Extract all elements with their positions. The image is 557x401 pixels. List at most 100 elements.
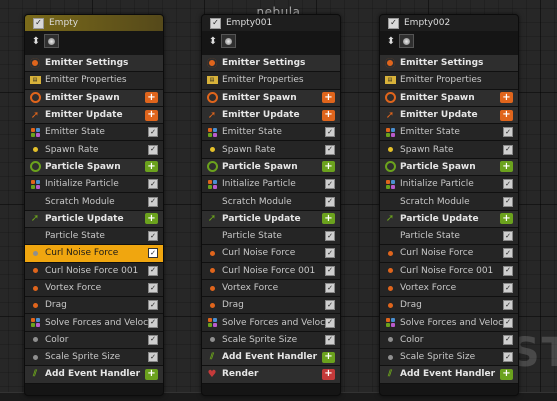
stack-module-row[interactable]: Scale Sprite Size ✓ xyxy=(380,349,518,367)
stack-module-row[interactable]: ▤ Emitter Properties xyxy=(25,72,163,90)
stack-section-row[interactable]: Particle Spawn + xyxy=(25,158,163,177)
stack-section-row[interactable]: Emitter Settings xyxy=(25,55,163,73)
module-enable-checkbox[interactable]: ✓ xyxy=(148,265,158,276)
module-enable-checkbox[interactable]: ✓ xyxy=(148,127,158,138)
stack-module-row[interactable]: Spawn Rate ✓ xyxy=(25,141,163,159)
stack-module-row[interactable]: Emitter State ✓ xyxy=(380,124,518,142)
stack-module-row[interactable]: Curl Noise Force ✓ xyxy=(202,245,340,263)
stack-module-row[interactable]: Spawn Rate ✓ xyxy=(202,141,340,159)
module-enable-checkbox[interactable]: ✓ xyxy=(148,300,158,311)
module-enable-checkbox[interactable]: ✓ xyxy=(325,179,335,190)
stack-module-row[interactable]: Emitter State ✓ xyxy=(25,124,163,142)
stack-module-row[interactable]: Vortex Force ✓ xyxy=(380,279,518,298)
pin-icon[interactable]: ⬍ xyxy=(386,35,396,47)
stack-module-row[interactable]: ▤ Emitter Properties xyxy=(202,72,340,90)
stack-section-row[interactable]: ➚ Emitter Update + xyxy=(202,106,340,125)
stack-module-row[interactable]: Scale Sprite Size ✓ xyxy=(202,331,340,350)
module-enable-checkbox[interactable]: ✓ xyxy=(503,283,513,293)
stack-module-row[interactable]: Drag ✓ xyxy=(202,297,340,315)
stack-module-row[interactable]: Solve Forces and Velocity✓ xyxy=(380,314,518,332)
stack-module-row[interactable]: Scale Sprite Size ✓ xyxy=(25,349,163,367)
stack-module-row[interactable]: Curl Noise Force ✓ xyxy=(25,245,163,263)
stack-module-row[interactable]: Initialize Particle ✓ xyxy=(202,176,340,194)
stack-section-row[interactable]: ⫽ Add Event Handler + xyxy=(380,366,518,384)
module-enable-checkbox[interactable]: ✓ xyxy=(325,283,335,293)
emitter-header[interactable]: ✓ Empty001 xyxy=(202,15,340,31)
add-module-button[interactable]: + xyxy=(322,92,335,104)
stack-module-row[interactable]: Scratch Module ✓ xyxy=(202,193,340,211)
stack-section-row[interactable]: Emitter Spawn + xyxy=(25,89,163,107)
module-enable-checkbox[interactable]: ✓ xyxy=(503,127,513,138)
add-module-button[interactable]: + xyxy=(500,368,513,380)
emitter-enable-checkbox[interactable]: ✓ xyxy=(388,17,399,29)
module-enable-checkbox[interactable]: ✓ xyxy=(503,196,513,207)
stack-section-row[interactable]: ➚ Emitter Update + xyxy=(25,106,163,125)
module-enable-checkbox[interactable]: ✓ xyxy=(503,265,513,276)
add-module-button[interactable]: + xyxy=(145,92,158,104)
add-module-button[interactable]: + xyxy=(145,368,158,380)
stack-module-row[interactable]: Drag ✓ xyxy=(25,297,163,315)
add-module-button[interactable]: + xyxy=(322,368,335,380)
add-module-button[interactable]: + xyxy=(322,161,335,173)
module-enable-checkbox[interactable]: ✓ xyxy=(148,317,158,328)
module-enable-checkbox[interactable]: ✓ xyxy=(148,283,158,293)
stack-section-row[interactable]: Emitter Settings xyxy=(380,55,518,73)
stack-module-row[interactable]: Color ✓ xyxy=(25,331,163,350)
module-enable-checkbox[interactable]: ✓ xyxy=(503,334,513,345)
stack-section-row[interactable]: ➚ Particle Update + xyxy=(25,210,163,228)
stack-section-row[interactable]: Particle Spawn + xyxy=(380,158,518,177)
stack-module-row[interactable]: Vortex Force ✓ xyxy=(25,279,163,298)
module-enable-checkbox[interactable]: ✓ xyxy=(503,352,513,363)
pin-icon[interactable]: ⬍ xyxy=(31,35,41,47)
module-enable-checkbox[interactable]: ✓ xyxy=(148,179,158,190)
stack-module-row[interactable]: Particle State ✓ xyxy=(25,227,163,246)
stack-module-row[interactable]: ▤ Emitter Properties xyxy=(380,72,518,90)
emitter-enable-checkbox[interactable]: ✓ xyxy=(210,17,221,29)
stack-section-row[interactable]: ➚ Particle Update + xyxy=(380,210,518,228)
add-module-button[interactable]: + xyxy=(322,351,335,363)
stack-module-row[interactable]: Drag ✓ xyxy=(380,297,518,315)
stack-module-row[interactable]: Curl Noise Force ✓ xyxy=(380,245,518,263)
module-enable-checkbox[interactable]: ✓ xyxy=(503,179,513,190)
module-enable-checkbox[interactable]: ✓ xyxy=(325,144,335,155)
stack-module-row[interactable]: Color ✓ xyxy=(380,331,518,350)
add-module-button[interactable]: + xyxy=(145,109,158,121)
module-enable-checkbox[interactable]: ✓ xyxy=(148,352,158,363)
stack-module-row[interactable]: Spawn Rate ✓ xyxy=(380,141,518,159)
add-module-button[interactable]: + xyxy=(322,213,335,225)
module-enable-checkbox[interactable]: ✓ xyxy=(148,248,158,259)
module-enable-checkbox[interactable]: ✓ xyxy=(325,196,335,207)
stack-section-row[interactable]: ⫽ Add Event Handler + xyxy=(202,349,340,367)
stack-module-row[interactable]: Curl Noise Force 001 ✓ xyxy=(380,262,518,280)
stack-section-row[interactable]: ⫽ Add Event Handler + xyxy=(25,366,163,384)
add-module-button[interactable]: + xyxy=(500,92,513,104)
module-enable-checkbox[interactable]: ✓ xyxy=(503,231,513,242)
module-enable-checkbox[interactable]: ✓ xyxy=(148,144,158,155)
emitter-node-empty001[interactable]: ✓ Empty001 ⬍ Emitter Settings ▤ Emitter Pr… xyxy=(201,14,341,396)
add-module-button[interactable]: + xyxy=(145,213,158,225)
module-enable-checkbox[interactable]: ✓ xyxy=(503,300,513,311)
module-enable-checkbox[interactable]: ✓ xyxy=(325,248,335,259)
stack-module-row[interactable]: Particle State ✓ xyxy=(202,227,340,246)
module-enable-checkbox[interactable]: ✓ xyxy=(325,231,335,242)
add-module-button[interactable]: + xyxy=(500,109,513,121)
stack-module-row[interactable]: Curl Noise Force 001 ✓ xyxy=(25,262,163,280)
emitter-node-empty[interactable]: ✓ Empty ⬍ Emitter Settings ▤ Emitter Prope… xyxy=(24,14,164,396)
stack-section-row[interactable]: Emitter Spawn + xyxy=(202,89,340,107)
module-enable-checkbox[interactable]: ✓ xyxy=(148,231,158,242)
module-enable-checkbox[interactable]: ✓ xyxy=(503,248,513,259)
stack-module-row[interactable]: Vortex Force ✓ xyxy=(202,279,340,298)
stack-section-row[interactable]: Emitter Settings xyxy=(202,55,340,73)
module-enable-checkbox[interactable]: ✓ xyxy=(325,334,335,345)
module-enable-checkbox[interactable]: ✓ xyxy=(325,300,335,311)
add-module-button[interactable]: + xyxy=(145,161,158,173)
add-module-button[interactable]: + xyxy=(500,161,513,173)
emitter-header[interactable]: ✓ Empty002 xyxy=(380,15,518,31)
stack-section-row[interactable]: Emitter Spawn + xyxy=(380,89,518,107)
module-enable-checkbox[interactable]: ✓ xyxy=(148,196,158,207)
stack-module-row[interactable]: Scratch Module ✓ xyxy=(380,193,518,211)
emitter-enable-checkbox[interactable]: ✓ xyxy=(33,17,44,29)
stack-module-row[interactable]: Solve Forces and Velocity✓ xyxy=(25,314,163,332)
pin-icon[interactable]: ⬍ xyxy=(208,35,218,47)
stack-section-row[interactable]: ➚ Particle Update + xyxy=(202,210,340,228)
